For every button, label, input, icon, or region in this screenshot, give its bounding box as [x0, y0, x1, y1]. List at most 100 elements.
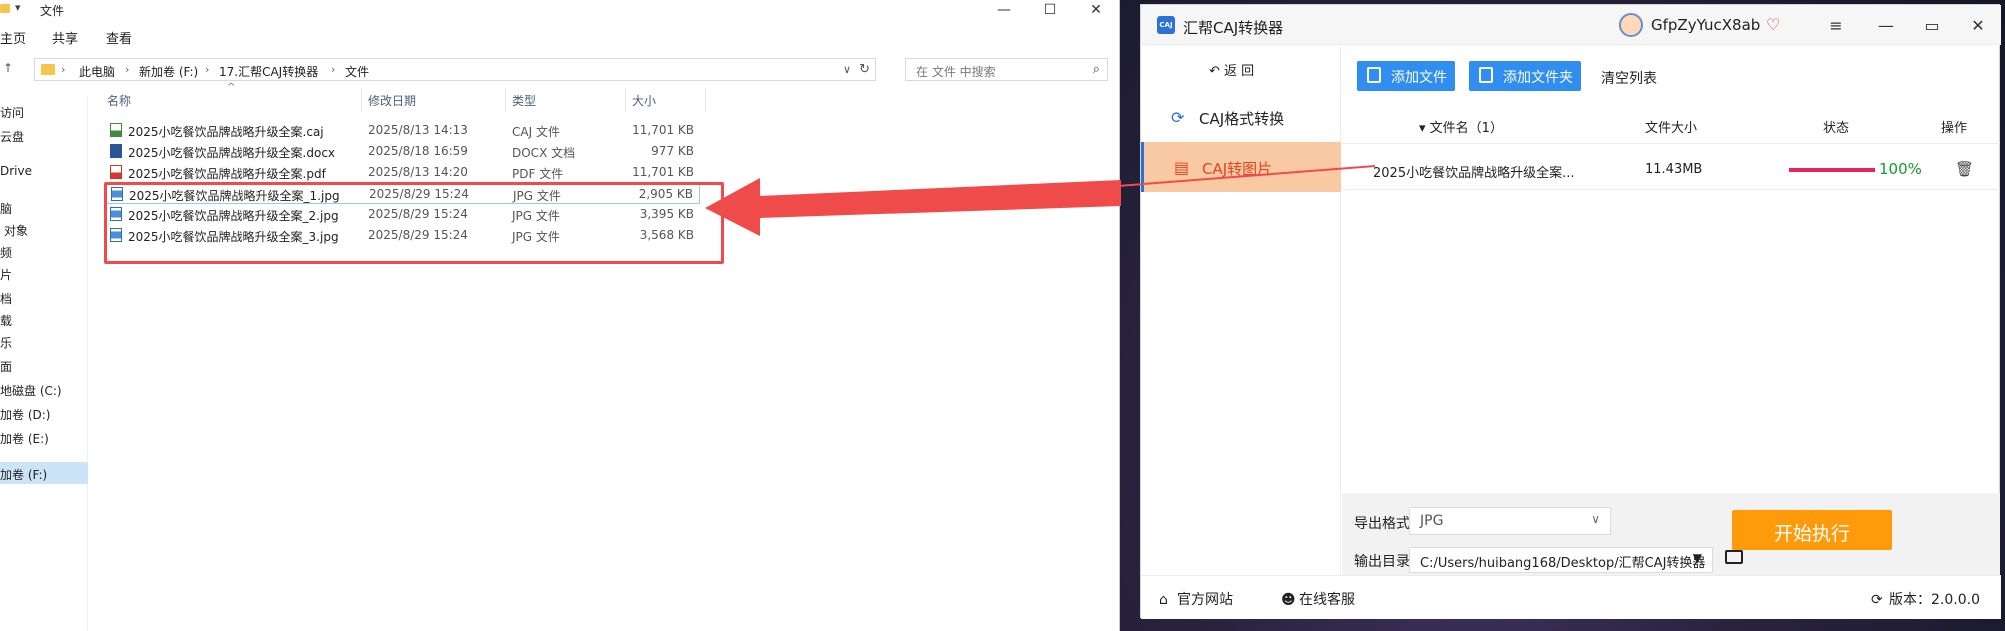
breadcrumb-current[interactable]: 文件	[345, 63, 369, 80]
export-format-value: JPG	[1420, 513, 1444, 529]
version-label: 版本：2.0.0.0	[1889, 592, 1980, 608]
refresh-icon[interactable]: ↻	[859, 62, 870, 77]
nav-item-music[interactable]: 乐	[0, 330, 88, 352]
output-dir-select[interactable]: C:/Users/huibang168/Desktop/汇帮CAJ转换器 ▼	[1409, 547, 1713, 573]
column-header-date[interactable]: 修改日期	[368, 92, 416, 112]
menu-icon[interactable]: ≡	[1821, 15, 1851, 35]
add-file-icon	[1367, 67, 1381, 83]
sort-ascending-icon: ^	[227, 82, 236, 93]
table-header-name[interactable]: ▾ 文件名（1）	[1419, 117, 1503, 136]
maximize-icon[interactable]: ▭	[1917, 15, 1947, 35]
minimize-icon[interactable]: —	[1871, 15, 1901, 35]
refresh-icon: ⟳	[1871, 592, 1883, 608]
column-header-type[interactable]: 类型	[512, 92, 536, 112]
clear-list-button[interactable]: 清空列表	[1601, 68, 1657, 88]
file-row[interactable]: 2025小吃餐饮品牌战略升级全案.docx 2025/8/18 16:59 DO…	[104, 141, 700, 162]
tab-share[interactable]: 共享	[52, 28, 78, 47]
export-format-select[interactable]: JPG ∨	[1409, 507, 1611, 535]
breadcrumb-drive[interactable]: 新加卷 (F:)	[139, 63, 198, 80]
table-header-name-label: 文件名（1）	[1429, 121, 1503, 136]
search-icon: ⌕	[1092, 62, 1100, 77]
column-divider[interactable]	[505, 88, 506, 112]
nav-item-drive-f[interactable]: 加卷 (F:)	[0, 462, 88, 484]
sidebar-item-caj-format[interactable]: ⟳ CAJ格式转换	[1141, 92, 1341, 142]
quick-access-dropdown-icon[interactable]: ▾	[15, 1, 21, 14]
nav-item-drive-c[interactable]: 地磁盘 (C:)	[0, 378, 88, 400]
nav-item-drive-e[interactable]: 加卷 (E:)	[0, 426, 88, 448]
sidebar-item-label: CAJ格式转换	[1199, 110, 1285, 128]
user-name[interactable]: GfpZyYucX8ab	[1651, 16, 1760, 34]
sync-icon: ⟳	[1171, 108, 1185, 127]
row-file-name: 2025小吃餐饮品牌战略升级全案...	[1373, 166, 1575, 181]
output-dir-label: 输出目录:	[1354, 554, 1415, 570]
chevron-down-icon: ∨	[1591, 512, 1600, 526]
online-support-link[interactable]: ☻ 在线客服	[1281, 589, 1355, 609]
tab-view[interactable]: 查看	[106, 28, 132, 47]
file-type: DOCX 文档	[512, 146, 576, 160]
folder-icon	[0, 4, 10, 13]
nav-item-3d-objects[interactable]: 对象	[0, 218, 88, 240]
address-bar[interactable]: › 此电脑 › 新加卷 (F:) › 17.汇帮CAJ转换器 › 文件 ∨ ↻	[34, 58, 876, 81]
folder-icon	[41, 64, 55, 75]
nav-item-desktop[interactable]: 面	[0, 354, 88, 376]
add-file-button[interactable]: 添加文件	[1357, 61, 1455, 91]
progress-text: 100%	[1879, 160, 1922, 178]
official-website-link[interactable]: ⌂ 官方网站	[1159, 589, 1233, 609]
back-label: 返 回	[1224, 64, 1255, 79]
column-header-name[interactable]: 名称	[107, 92, 131, 112]
nav-item-pictures[interactable]: 片	[0, 262, 88, 284]
chevron-down-icon[interactable]: ∨	[843, 63, 851, 76]
nav-item-downloads[interactable]: 载	[0, 308, 88, 330]
up-arrow-icon[interactable]: ↑	[3, 61, 13, 75]
app-name: 汇帮CAJ转换器	[1183, 19, 1284, 37]
nav-item-quick-access[interactable]: 访问	[0, 100, 88, 122]
breadcrumb-this-pc[interactable]: 此电脑	[79, 63, 115, 80]
app-sidebar: ↶ 返 回 ⟳ CAJ格式转换 ▤ CAJ转图片	[1141, 46, 1341, 575]
app-title-bar: CAJ 汇帮CAJ转换器 GfpZyYucX8ab ♡ ≡ — ▭ ✕	[1141, 5, 2001, 45]
nav-item-cloud[interactable]: 云盘	[0, 124, 88, 146]
nav-item-onedrive[interactable]: Drive	[0, 160, 88, 182]
file-size: 11,701 KB	[632, 165, 694, 179]
vip-heart-icon[interactable]: ♡	[1766, 15, 1780, 34]
column-divider[interactable]	[361, 88, 362, 112]
avatar[interactable]	[1619, 13, 1643, 37]
output-dir-value: C:/Users/huibang168/Desktop/汇帮CAJ转换器	[1420, 556, 1706, 571]
close-icon[interactable]: ✕	[1963, 15, 1993, 35]
delete-icon[interactable]: 🗑	[1955, 160, 1974, 178]
minimize-icon[interactable]: —	[981, 0, 1027, 20]
maximize-icon[interactable]: ☐	[1027, 0, 1073, 20]
file-size: 977 KB	[651, 144, 694, 158]
column-header-size[interactable]: 大小	[632, 92, 656, 112]
chevron-right-icon: ›	[125, 63, 130, 76]
tab-home[interactable]: 主页	[0, 28, 26, 47]
close-icon[interactable]: ✕	[1073, 0, 1119, 20]
column-divider[interactable]	[705, 88, 706, 112]
file-name: 2025小吃餐饮品牌战略升级全案.caj	[128, 125, 324, 139]
caret-down-icon: ▼	[1692, 551, 1702, 565]
screen: ▾ 文件 — ☐ ✕ 主页 共享 查看 ↑ › 此电脑 › 新加卷 (F:) ›…	[0, 0, 2005, 631]
column-divider[interactable]	[625, 88, 626, 112]
sidebar-item-caj-to-image[interactable]: ▤ CAJ转图片	[1141, 142, 1341, 192]
nav-item-drive-d[interactable]: 加卷 (D:)	[0, 402, 88, 424]
breadcrumb-app-folder[interactable]: 17.汇帮CAJ转换器	[219, 63, 318, 80]
nav-item-this-pc[interactable]: 脑	[0, 196, 88, 218]
export-format-label: 导出格式:	[1354, 516, 1415, 532]
file-date: 2025/8/13 14:13	[368, 123, 468, 137]
chevron-right-icon: ›	[331, 63, 336, 76]
pdf-file-icon	[110, 165, 122, 179]
row-file-size: 11.43MB	[1645, 162, 1703, 177]
address-row: ↑ › 此电脑 › 新加卷 (F:) › 17.汇帮CAJ转换器 › 文件 ∨ …	[0, 58, 1120, 82]
open-folder-icon[interactable]	[1725, 550, 1743, 564]
add-folder-button[interactable]: 添加文件夹	[1469, 61, 1581, 91]
back-button[interactable]: ↶ 返 回	[1209, 60, 1254, 79]
search-input[interactable]: 在 文件 中搜索 ⌕	[905, 58, 1108, 81]
file-row[interactable]: 2025小吃餐饮品牌战略升级全案.caj 2025/8/13 14:13 CAJ…	[104, 120, 700, 141]
nav-item-videos[interactable]: 频	[0, 240, 88, 262]
output-files-highlight	[104, 182, 724, 264]
file-row[interactable]: 2025小吃餐饮品牌战略升级全案.pdf 2025/8/13 14:20 PDF…	[104, 162, 700, 183]
chevron-right-icon: ›	[205, 63, 210, 76]
table-header-size: 文件大小	[1645, 121, 1698, 136]
start-button[interactable]: 开始执行	[1732, 510, 1892, 550]
nav-item-documents[interactable]: 档	[0, 286, 88, 308]
document-icon: ▤	[1174, 158, 1190, 177]
